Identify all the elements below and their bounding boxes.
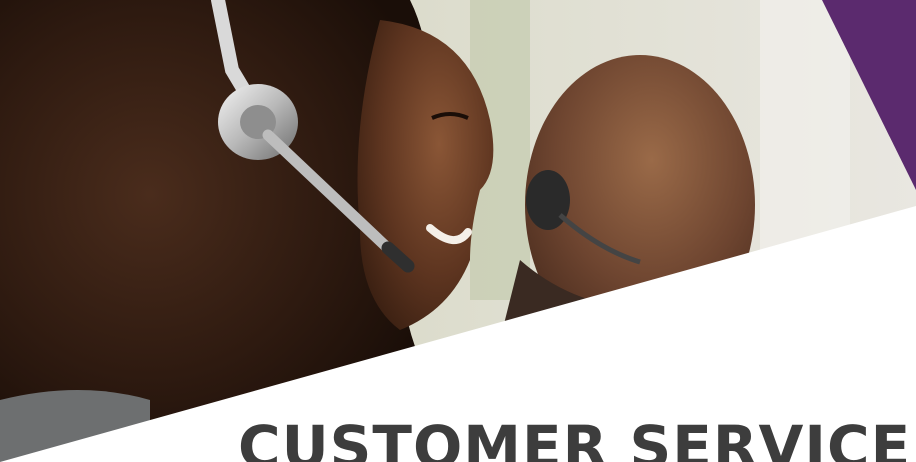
page-title: CUSTOMER SERVICE [238,413,912,462]
customer-service-banner: CUSTOMER SERVICE [0,0,916,462]
diagonal-white-panel [0,206,916,462]
